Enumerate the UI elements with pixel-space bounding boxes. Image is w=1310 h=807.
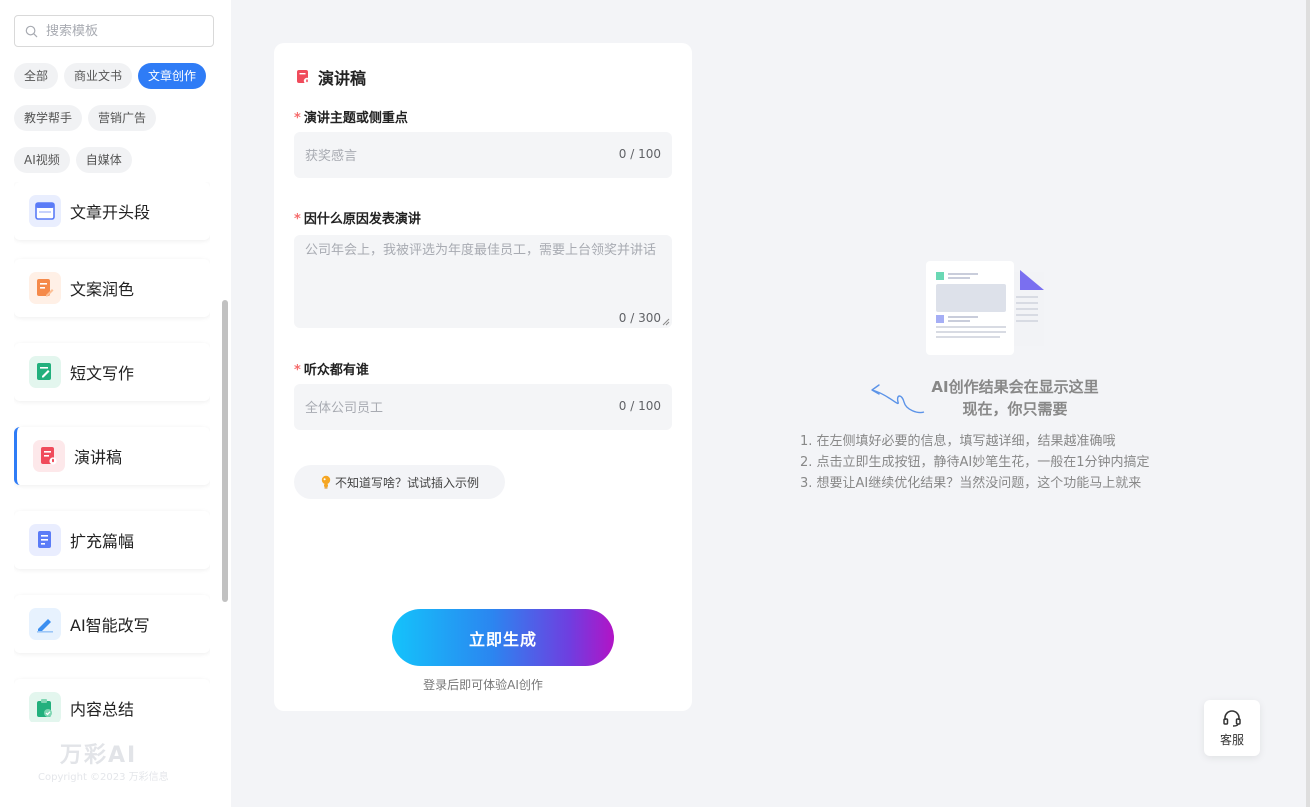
field-label-reason: * 因什么原因发表演讲	[294, 212, 421, 227]
usage-tips: 1. 在左侧填好必要的信息，填写越详细，结果越准确哦 2. 点击立即生成按钮，静…	[800, 431, 1150, 494]
tool-label: 文章开头段	[70, 203, 151, 222]
search-icon	[25, 25, 38, 37]
tool-label: AI智能改写	[70, 616, 150, 635]
brand-logo: 万彩AI	[60, 743, 138, 768]
topic-char-counter: 0 / 100	[618, 147, 661, 161]
tool-content-summary[interactable]: 内容总结	[14, 679, 210, 722]
customer-service-label: 客服	[1219, 732, 1244, 747]
empty-result-illustration	[926, 261, 1044, 355]
insert-example-button[interactable]: 不知道写啥？试试插入示例	[294, 465, 505, 499]
form-title: 演讲稿	[318, 69, 367, 88]
headset-icon	[1223, 709, 1241, 727]
reason-textarea[interactable]: 公司年会上，我被评选为年度最佳员工，需要上台领奖并讲话 0 / 300	[294, 235, 672, 328]
generate-button[interactable]: 立即生成	[392, 609, 614, 666]
tip-item: 1. 在左侧填好必要的信息，填写越详细，结果越准确哦	[800, 434, 1116, 449]
tip-item: 3. 想要让AI继续优化结果？当然没问题，这个功能马上就来	[800, 476, 1142, 491]
tool-label: 演讲稿	[74, 448, 123, 467]
speech-form-card: 演讲稿 * 演讲主题或侧重点 获奖感言 0 / 100 * 因什么原因发表演讲 公司…	[274, 43, 692, 711]
lightbulb-icon	[321, 475, 331, 489]
category-tabs: 全部 商业文书 文章创作 教学帮手 营销广告 AI视频 自媒体	[14, 63, 219, 173]
resize-handle-icon[interactable]	[662, 318, 670, 326]
category-ai-video[interactable]: AI视频	[14, 147, 70, 173]
customer-service-button[interactable]: 客服	[1204, 700, 1260, 756]
required-mark: *	[294, 363, 301, 378]
audience-input[interactable]: 全体公司员工 0 / 100	[294, 384, 672, 430]
topic-placeholder: 获奖感言	[305, 149, 358, 164]
category-teaching[interactable]: 教学帮手	[14, 105, 83, 131]
window-edge	[1306, 0, 1310, 807]
category-marketing[interactable]: 营销广告	[88, 105, 157, 131]
pen-icon	[29, 608, 61, 640]
layout-icon	[29, 195, 61, 227]
tool-speech[interactable]: 演讲稿	[14, 427, 210, 485]
tool-label: 文案润色	[70, 280, 135, 299]
speech-doc-icon	[33, 440, 65, 472]
category-business-docs[interactable]: 商业文书	[64, 63, 133, 89]
tool-copy-polish[interactable]: 文案润色	[14, 259, 210, 317]
required-mark: *	[294, 212, 301, 227]
expand-doc-icon	[29, 524, 61, 556]
category-article-writing[interactable]: 文章创作	[138, 63, 207, 89]
reason-placeholder: 公司年会上，我被评选为年度最佳员工，需要上台领奖并讲话	[305, 243, 657, 258]
tool-article-opening[interactable]: 文章开头段	[14, 182, 210, 240]
search-box[interactable]	[14, 15, 214, 47]
tool-ai-rewrite[interactable]: AI智能改写	[14, 595, 210, 653]
form-header: 演讲稿	[296, 65, 366, 89]
tool-list: 文章开头段 文案润色 短文写作 演讲稿 扩充篇幅 AI智能改写 内容总结	[14, 182, 210, 722]
sidebar-scrollbar[interactable]	[222, 300, 228, 602]
edit-doc-icon	[29, 272, 61, 304]
login-hint: 登录后即可体验AI创作	[423, 678, 543, 692]
tip-item: 2. 点击立即生成按钮，静待AI妙笔生花，一般在1分钟内搞定	[800, 455, 1150, 470]
field-label-topic: * 演讲主题或侧重点	[294, 111, 408, 126]
reason-char-counter: 0 / 300	[618, 311, 661, 325]
insert-example-label: 不知道写啥？试试插入示例	[334, 475, 479, 490]
tool-expand-length[interactable]: 扩充篇幅	[14, 511, 210, 569]
search-input[interactable]	[46, 23, 206, 39]
sidebar: 全部 商业文书 文章创作 教学帮手 营销广告 AI视频 自媒体 文章开头段 文案…	[0, 0, 231, 807]
required-mark: *	[294, 111, 301, 126]
category-self-media[interactable]: 自媒体	[75, 147, 132, 173]
tool-label: 扩充篇幅	[70, 532, 135, 551]
tool-label: 短文写作	[70, 364, 135, 383]
speech-doc-icon	[297, 70, 311, 85]
audience-char-counter: 0 / 100	[618, 399, 661, 413]
tool-label: 内容总结	[70, 700, 135, 719]
result-placeholder-title: AI创作结果会在显示这里 现在，你只需要	[931, 378, 1099, 418]
topic-input[interactable]: 获奖感言 0 / 100	[294, 132, 672, 178]
tool-short-writing[interactable]: 短文写作	[14, 343, 210, 401]
audience-placeholder: 全体公司员工	[305, 401, 384, 416]
category-all[interactable]: 全部	[14, 63, 59, 89]
clipboard-check-icon	[29, 692, 61, 722]
field-label-audience: * 听众都有谁	[294, 363, 369, 378]
copyright-text: Copyright ©2023 万彩信息	[38, 772, 169, 783]
write-icon	[29, 356, 61, 388]
